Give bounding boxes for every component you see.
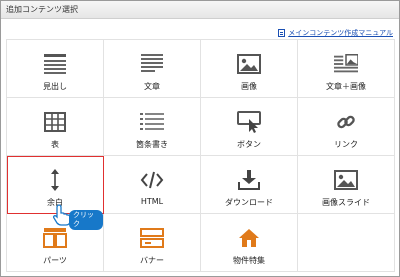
content-item-html[interactable]: HTML xyxy=(104,156,201,214)
house-icon xyxy=(237,227,261,249)
content-grid: 見出し 文章 画像 文章＋画像 表 箇条書き ボタン リンク 余白 クリック H… xyxy=(6,39,395,272)
content-item-label: 見出し xyxy=(43,82,67,91)
content-item-label: 文章＋画像 xyxy=(326,82,366,91)
content-item-table[interactable]: 表 xyxy=(7,98,104,156)
slideshow-icon xyxy=(334,169,358,191)
content-item-label: パーツ xyxy=(43,256,67,265)
code-icon xyxy=(140,169,164,191)
content-item-banner[interactable]: バナー xyxy=(104,214,201,272)
dialog-title: 追加コンテンツ選択 xyxy=(1,1,399,19)
content-item-label: HTML xyxy=(140,197,164,206)
content-item-list[interactable]: 箇条書き xyxy=(104,98,201,156)
list-icon xyxy=(140,111,164,133)
link-icon xyxy=(334,111,358,133)
content-item-property-feature[interactable]: 物件特集 xyxy=(201,214,298,272)
content-item-slideshow[interactable]: 画像スライド xyxy=(298,156,395,214)
table-icon xyxy=(43,111,67,133)
image-icon xyxy=(237,53,261,75)
text-icon xyxy=(140,53,164,75)
content-item-label: 箇条書き xyxy=(136,140,168,149)
content-item-label: バナー xyxy=(140,256,164,265)
download-icon xyxy=(237,169,261,191)
button-icon xyxy=(237,111,261,133)
content-item-image[interactable]: 画像 xyxy=(201,40,298,98)
document-icon xyxy=(278,29,286,37)
text-image-icon xyxy=(334,53,358,75)
parts-icon xyxy=(43,227,67,249)
heading-icon xyxy=(43,53,67,75)
content-item-text-image[interactable]: 文章＋画像 xyxy=(298,40,395,98)
content-item-text[interactable]: 文章 xyxy=(104,40,201,98)
content-item-label: リンク xyxy=(334,140,358,149)
content-item-label: 表 xyxy=(51,140,59,149)
content-item-button[interactable]: ボタン xyxy=(201,98,298,156)
banner-icon xyxy=(140,227,164,249)
content-item-label: 画像スライド xyxy=(322,198,370,207)
content-item-link[interactable]: リンク xyxy=(298,98,395,156)
content-item-download[interactable]: ダウンロード xyxy=(201,156,298,214)
content-item-label: 文章 xyxy=(144,82,160,91)
content-item-label: ダウンロード xyxy=(225,198,273,207)
content-item-heading[interactable]: 見出し xyxy=(7,40,104,98)
spacing-icon xyxy=(43,169,67,191)
content-item-spacing[interactable]: 余白 クリック xyxy=(7,156,104,230)
content-item-label: 画像 xyxy=(241,82,257,91)
content-item-label: ボタン xyxy=(237,140,261,149)
content-item-parts[interactable]: パーツ xyxy=(7,214,104,272)
content-item-label: 物件特集 xyxy=(233,256,265,265)
manual-link-label: メインコンテンツ作成マニュアル xyxy=(288,29,393,37)
manual-link[interactable]: メインコンテンツ作成マニュアル xyxy=(278,28,393,38)
add-content-dialog: 追加コンテンツ選択 メインコンテンツ作成マニュアル 見出し 文章 画像 文章＋画… xyxy=(0,0,400,277)
empty-cell xyxy=(298,214,395,272)
